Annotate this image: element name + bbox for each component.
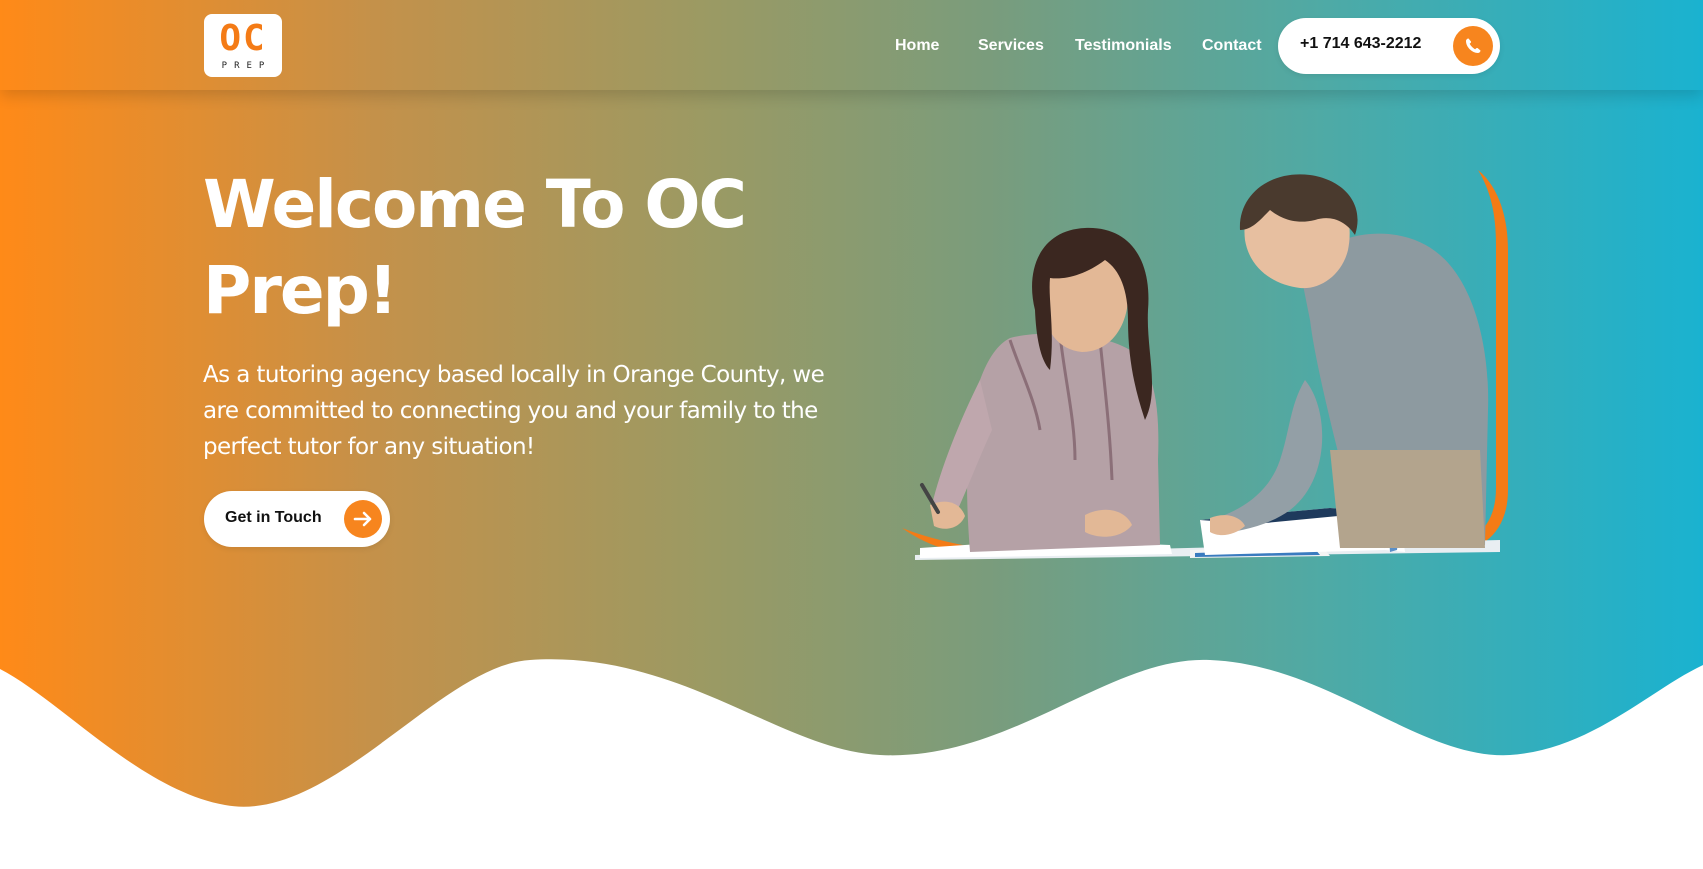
phone-call-button[interactable]: +1 714 643-2212 [1278, 18, 1500, 74]
nav-testimonials-link[interactable]: Testimonials [1075, 35, 1172, 57]
student-figure [920, 227, 1160, 552]
nav-services-link[interactable]: Services [978, 35, 1044, 57]
oc-prep-logo[interactable]: OC PREP [204, 14, 282, 77]
logo-wordmark: PREP [221, 61, 272, 71]
logo-mark: OC [219, 18, 267, 59]
phone-number: +1 714 643-2212 [1300, 35, 1422, 52]
arrow-right-icon [344, 500, 382, 538]
student-and-tutor-photo [902, 170, 1508, 560]
phone-icon [1453, 26, 1493, 66]
top-navbar: OC PREP Home Services Testimonials Conta… [0, 0, 1703, 90]
hero-description: As a tutoring agency based locally in Or… [203, 362, 825, 460]
hero-title: Welcome To OC Prep! [203, 166, 747, 329]
get-in-touch-button[interactable]: Get in Touch [204, 491, 390, 547]
hero-section: OC PREP Home Services Testimonials Conta… [0, 0, 1703, 869]
nav-home-link[interactable]: Home [895, 35, 939, 57]
get-in-touch-label: Get in Touch [225, 509, 322, 526]
nav-contact-link[interactable]: Contact [1202, 35, 1262, 57]
tutor-figure [1210, 174, 1489, 548]
